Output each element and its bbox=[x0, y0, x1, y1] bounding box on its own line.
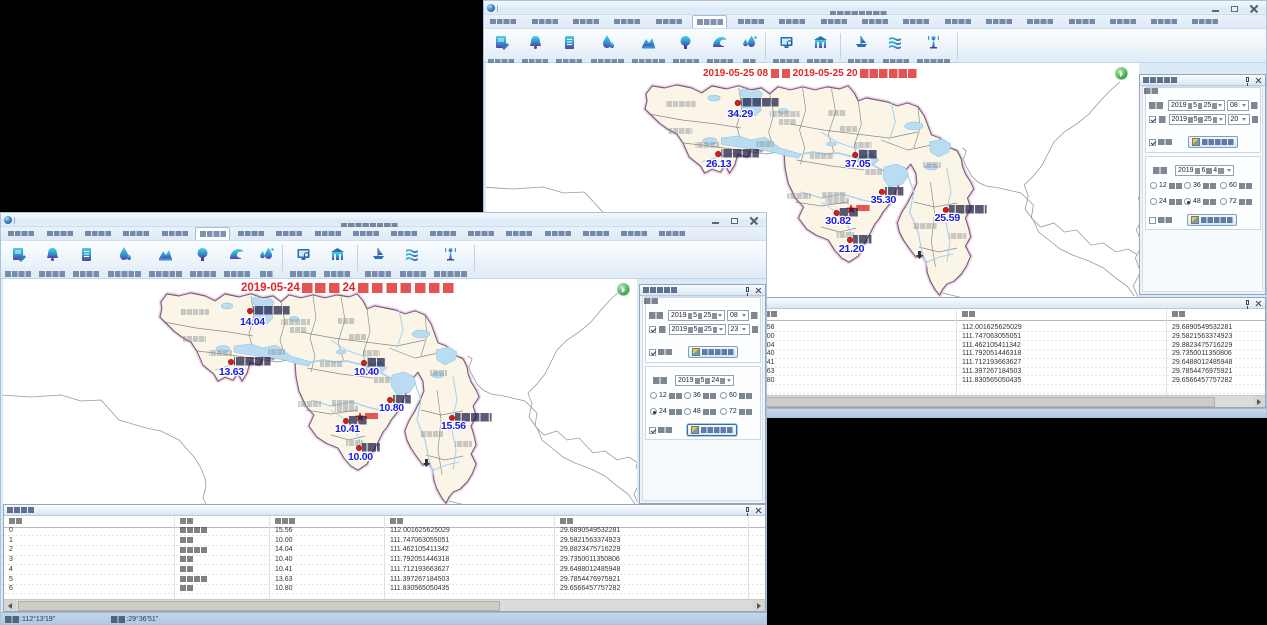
svg-text:10.40: 10.40 bbox=[354, 366, 379, 378]
svg-text:26.13: 26.13 bbox=[706, 158, 732, 170]
svg-text:15.56: 15.56 bbox=[441, 420, 466, 432]
svg-text:25.59: 25.59 bbox=[934, 212, 960, 224]
svg-text:14.04: 14.04 bbox=[240, 316, 265, 328]
svg-text:34.29: 34.29 bbox=[727, 108, 753, 120]
svg-text:37.05: 37.05 bbox=[845, 158, 871, 170]
svg-text:21.20: 21.20 bbox=[839, 243, 865, 255]
svg-text:35.30: 35.30 bbox=[871, 194, 897, 206]
svg-text:10.80: 10.80 bbox=[379, 402, 404, 414]
svg-text:10.00: 10.00 bbox=[348, 451, 373, 463]
svg-text:30.82: 30.82 bbox=[825, 215, 851, 227]
svg-text:13.63: 13.63 bbox=[219, 366, 244, 378]
svg-text:10.41: 10.41 bbox=[335, 423, 360, 435]
